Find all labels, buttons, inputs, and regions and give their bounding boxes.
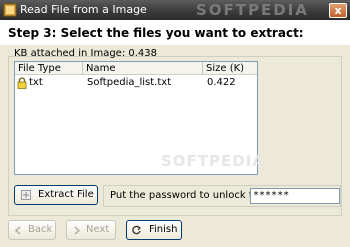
extract-file-label: Extract File (38, 189, 94, 200)
wizard-window: Read File from a Image SOFTPEDIA x Step … (0, 0, 350, 247)
finish-button[interactable]: Finish (126, 220, 182, 240)
lock-icon (17, 77, 27, 89)
back-arrow-icon (14, 226, 21, 235)
kb-attached-label: KB attached in Image: 0.438 (14, 48, 157, 59)
title-bar: Read File from a Image SOFTPEDIA x (0, 0, 350, 20)
extract-file-button[interactable]: Extract File (14, 185, 98, 205)
column-header-name[interactable]: Name (83, 62, 203, 75)
next-label: Next (86, 224, 110, 235)
back-label: Back (28, 224, 53, 235)
list-header: File Type Name Size (K) (15, 62, 257, 75)
window-title: Read File from a Image (20, 3, 147, 16)
app-icon (3, 3, 17, 17)
step-title: Step 3: Select the files you want to ext… (8, 26, 304, 40)
password-label: Put the password to unlock files: (110, 190, 273, 201)
close-button[interactable]: x (329, 3, 347, 18)
finish-label: Finish (149, 224, 178, 235)
close-icon: x (334, 4, 342, 17)
back-button[interactable]: Back (8, 220, 56, 240)
extract-icon (21, 190, 31, 200)
finish-refresh-icon (132, 225, 141, 235)
password-field[interactable]: ****** (250, 188, 340, 204)
step-header: Step 3: Select the files you want to ext… (0, 20, 350, 45)
list-watermark: SOFTPEDIA (161, 152, 265, 170)
next-arrow-icon (74, 226, 81, 235)
list-item[interactable]: txt Softpedia_list.txt 0.422 (15, 76, 257, 90)
password-group: Put the password to unlock files: ****** (103, 185, 341, 207)
column-header-size[interactable]: Size (K) (203, 62, 257, 75)
file-list[interactable]: File Type Name Size (K) txt Softpedia_li… (14, 61, 264, 175)
file-type-cell: txt (29, 77, 43, 88)
watermark-text: SOFTPEDIA (196, 1, 309, 19)
column-header-file-type[interactable]: File Type (15, 62, 83, 75)
next-button[interactable]: Next (66, 220, 116, 240)
file-name-cell: Softpedia_list.txt (87, 77, 172, 88)
file-size-cell: 0.422 (207, 77, 236, 88)
